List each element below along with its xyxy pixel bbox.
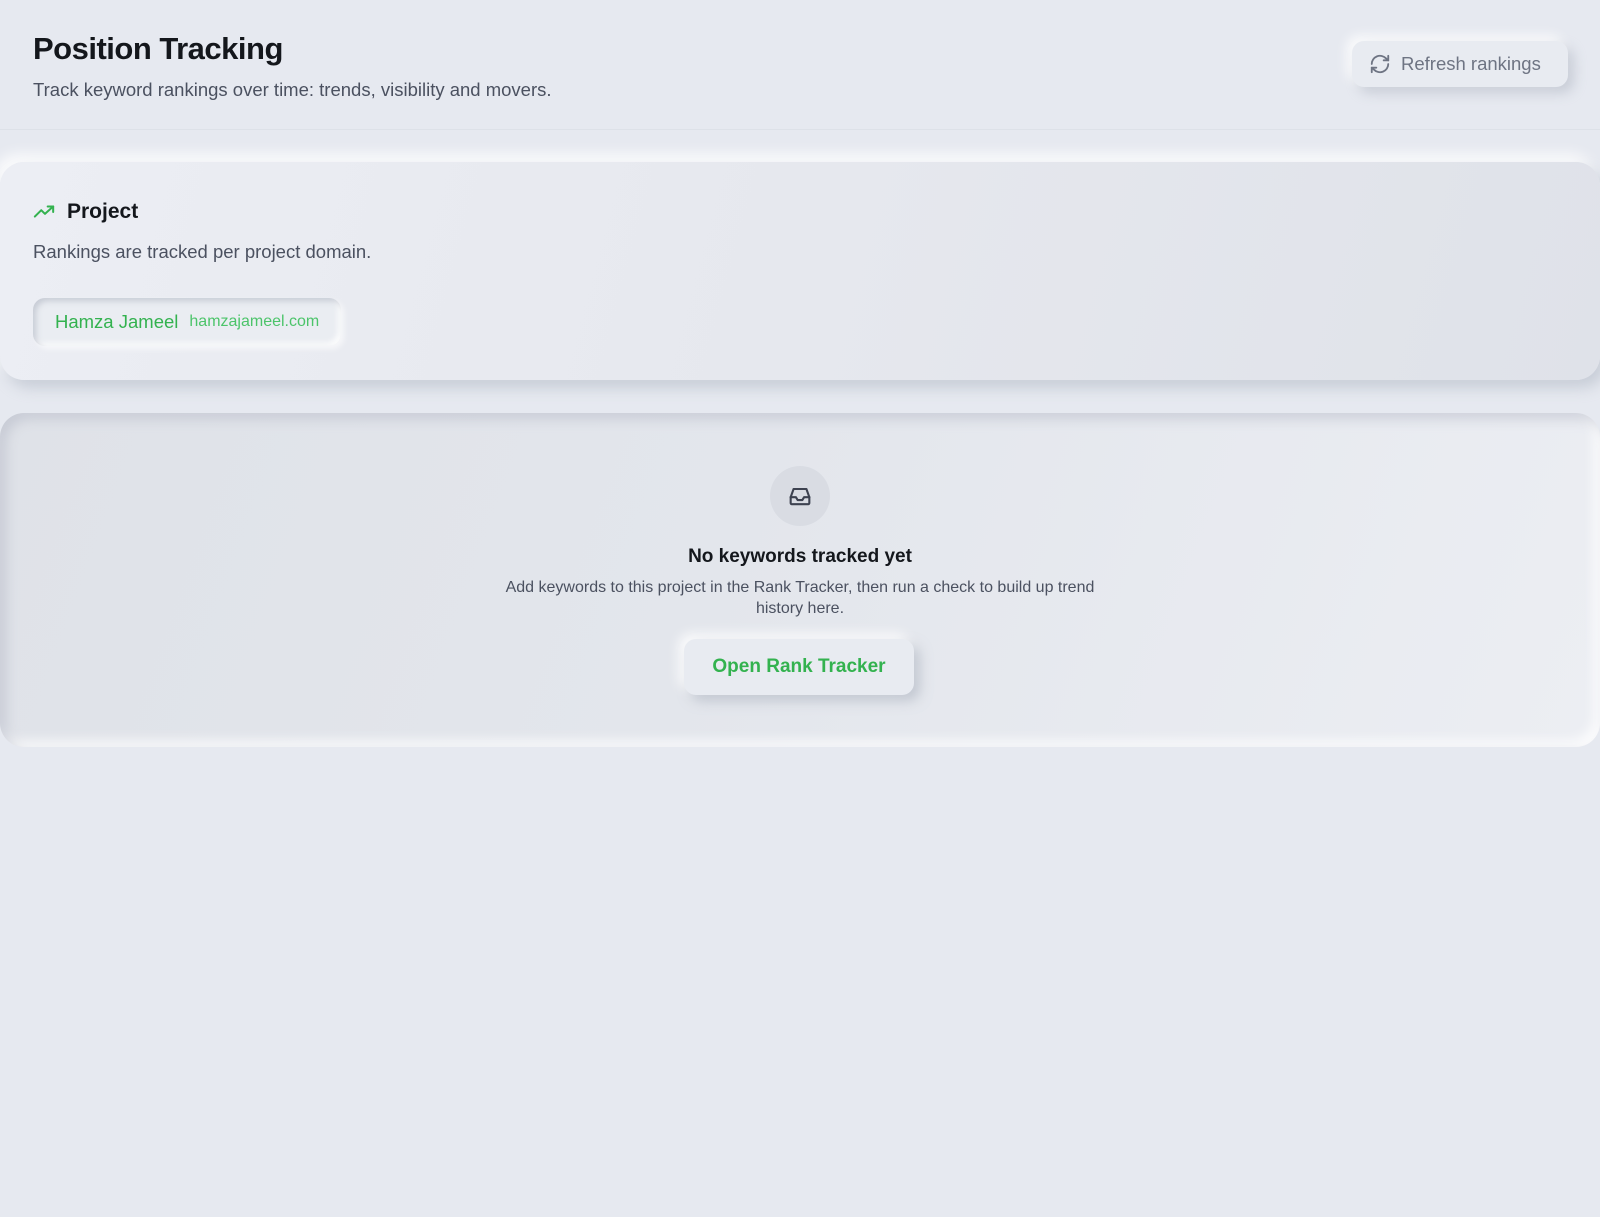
empty-state-description: Add keywords to this project in the Rank… [505, 579, 1095, 617]
project-domain: hamzajameel.com [189, 313, 320, 330]
refresh-icon [1369, 53, 1391, 75]
project-selector-chip[interactable]: Hamza Jameel hamzajameel.com [33, 298, 342, 346]
empty-state-title: No keywords tracked yet [688, 546, 912, 567]
page-subtitle: Track keyword rankings over time: trends… [33, 79, 552, 100]
empty-state-icon-circle [770, 466, 830, 526]
project-card: Project Rankings are tracked per project… [0, 162, 1600, 380]
project-heading: Project [33, 200, 138, 224]
empty-state-card: No keywords tracked yet Add keywords to … [0, 413, 1600, 747]
trending-up-icon [33, 201, 55, 223]
project-description: Rankings are tracked per project domain. [33, 241, 372, 262]
page-title: Position Tracking [33, 31, 283, 66]
inbox-icon [786, 482, 814, 510]
refresh-rankings-label: Refresh rankings [1401, 53, 1541, 74]
open-rank-tracker-button[interactable]: Open Rank Tracker [684, 639, 914, 695]
project-name: Hamza Jameel [55, 311, 179, 332]
project-title: Project [67, 200, 139, 223]
refresh-rankings-button[interactable]: Refresh rankings [1352, 41, 1568, 87]
open-rank-tracker-label: Open Rank Tracker [712, 656, 886, 677]
page-header: Position Tracking Track keyword rankings… [0, 0, 1600, 130]
